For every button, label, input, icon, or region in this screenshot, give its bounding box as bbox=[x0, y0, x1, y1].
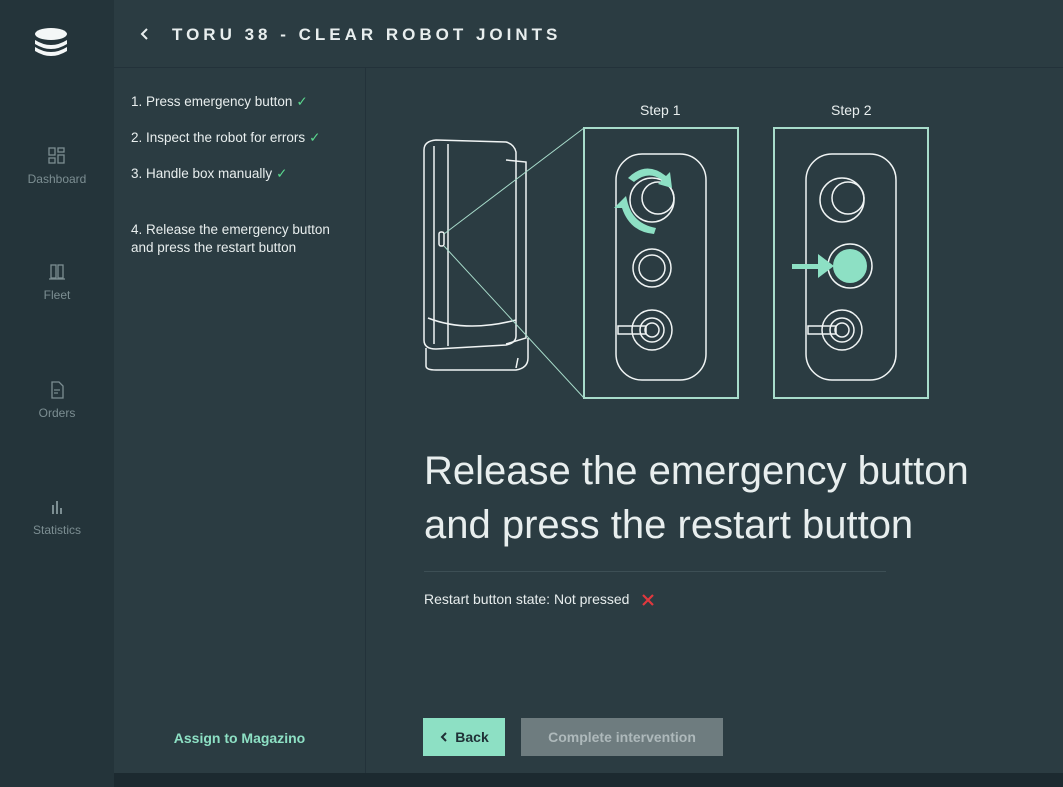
back-button-label: Back bbox=[455, 729, 489, 745]
step1-panel bbox=[583, 127, 739, 399]
nav-statistics-label: Statistics bbox=[32, 523, 81, 537]
nav-fleet[interactable]: Fleet bbox=[0, 262, 114, 302]
complete-intervention-button[interactable]: Complete intervention bbox=[521, 718, 723, 756]
instruction-heading: Release the emergency button and press t… bbox=[424, 449, 969, 547]
nav-fleet-label: Fleet bbox=[43, 288, 71, 302]
checkmark-icon: ✓ bbox=[296, 94, 308, 109]
step-text: 2. Inspect the robot for errors bbox=[131, 130, 306, 145]
step1-label: Step 1 bbox=[640, 102, 681, 118]
cross-icon bbox=[642, 594, 655, 607]
dashboard-icon bbox=[48, 147, 65, 164]
robot-illustration bbox=[423, 127, 929, 399]
step-item-4: 4. Release the emergency button and pres… bbox=[131, 203, 330, 257]
chevron-left-icon bbox=[440, 732, 447, 742]
checkmark-icon: ✓ bbox=[309, 130, 321, 145]
restart-state-row: Restart button state: Not pressed bbox=[424, 591, 655, 607]
restart-button-icon bbox=[833, 249, 867, 283]
step-item-2: 2. Inspect the robot for errors ✓ bbox=[131, 129, 320, 147]
step-text: 3. Handle box manually bbox=[131, 166, 273, 181]
press-arrow-icon bbox=[792, 254, 834, 278]
complete-intervention-label: Complete intervention bbox=[548, 729, 696, 745]
restart-state-value: Not pressed bbox=[553, 591, 630, 607]
back-button[interactable]: Back bbox=[423, 718, 505, 756]
restart-state-label: Restart button state: bbox=[424, 591, 551, 607]
sidebar: Dashboard Fleet Orders Statistics bbox=[0, 0, 114, 787]
orders-icon bbox=[51, 381, 64, 399]
main-panel: TORU 38 - CLEAR ROBOT JOINTS 1. Press em… bbox=[114, 0, 1063, 773]
back-chevron-icon[interactable] bbox=[138, 27, 152, 41]
magazino-logo-icon[interactable] bbox=[31, 24, 71, 64]
fleet-icon bbox=[49, 264, 65, 280]
step-text: 1. Press emergency button bbox=[131, 94, 293, 109]
step-item-3: 3. Handle box manually ✓ bbox=[131, 165, 287, 183]
steps-panel: 1. Press emergency button ✓ 2. Inspect th… bbox=[114, 68, 366, 773]
page-header: TORU 38 - CLEAR ROBOT JOINTS bbox=[114, 0, 1063, 68]
nav-statistics[interactable]: Statistics bbox=[0, 497, 114, 537]
nav-orders[interactable]: Orders bbox=[0, 380, 114, 420]
robot-icon bbox=[423, 139, 529, 371]
divider bbox=[424, 571, 886, 572]
assign-to-magazino-link[interactable]: Assign to Magazino bbox=[114, 730, 365, 746]
nav-dashboard-label: Dashboard bbox=[27, 172, 87, 186]
checkmark-icon: ✓ bbox=[276, 166, 288, 181]
nav-dashboard[interactable]: Dashboard bbox=[0, 146, 114, 186]
statistics-icon bbox=[52, 501, 62, 514]
step2-label: Step 2 bbox=[831, 102, 872, 118]
page-title: TORU 38 - CLEAR ROBOT JOINTS bbox=[172, 25, 562, 44]
control-panel-step1 bbox=[615, 153, 707, 381]
nav-orders-label: Orders bbox=[38, 406, 76, 420]
step-text: 4. Release the emergency button and pres… bbox=[131, 222, 330, 255]
content-area: Step 1 Step 2 Release the emergency butt… bbox=[366, 68, 1063, 773]
step-item-1: 1. Press emergency button ✓ bbox=[131, 93, 308, 111]
